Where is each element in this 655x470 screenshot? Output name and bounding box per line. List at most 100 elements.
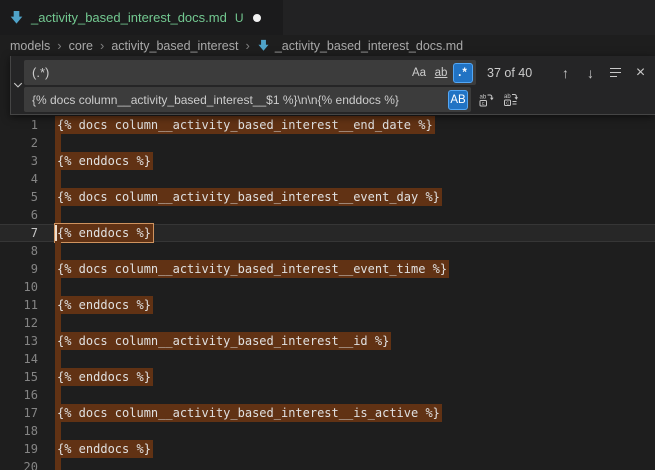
breadcrumb-file-label: _activity_based_interest_docs.md — [275, 39, 463, 53]
editor-line: 5{% docs column__activity_based_interest… — [0, 188, 655, 206]
line-content[interactable] — [45, 278, 655, 296]
whole-word-button[interactable]: ab — [431, 63, 451, 83]
git-status-badge: U — [235, 11, 244, 25]
editor-line: 14 — [0, 350, 655, 368]
line-number: 13 — [0, 332, 45, 350]
preserve-case-button[interactable]: AB — [448, 90, 468, 110]
editor-line: 3 {% enddocs %} — [0, 152, 655, 170]
line-content[interactable]: {% docs column__activity_based_interest_… — [45, 404, 655, 422]
find-match-highlight: {% docs column__activity_based_interest_… — [55, 188, 442, 206]
line-content[interactable]: {% enddocs %} — [45, 152, 655, 170]
breadcrumb-item[interactable]: activity_based_interest — [111, 39, 238, 53]
line-number: 19 — [0, 440, 45, 458]
replace-all-icon: ab c — [503, 92, 519, 108]
next-match-button[interactable]: ↓ — [580, 62, 601, 83]
line-content[interactable] — [45, 350, 655, 368]
svg-text:c: c — [506, 100, 509, 106]
line-content[interactable] — [45, 458, 655, 470]
find-match-highlight — [55, 386, 61, 404]
regex-button[interactable]: .* — [453, 63, 473, 83]
markdown-file-icon — [9, 10, 24, 25]
markdown-file-icon — [257, 39, 270, 52]
find-match-highlight — [55, 278, 61, 296]
replace-input[interactable]: {% docs column__activity_based_interest_… — [24, 87, 471, 112]
line-number: 8 — [0, 242, 45, 260]
line-number: 9 — [0, 260, 45, 278]
line-number: 3 — [0, 152, 45, 170]
line-content[interactable]: {% docs column__activity_based_interest_… — [45, 332, 655, 350]
replace-icon: ab c — [478, 92, 494, 108]
find-match-highlight — [55, 206, 61, 224]
match-case-button[interactable]: Aa — [409, 63, 429, 83]
line-content[interactable] — [45, 242, 655, 260]
find-match-highlight: {% enddocs %} — [55, 440, 153, 458]
line-content[interactable]: {% enddocs %} — [45, 224, 655, 242]
editor-line: 7 {% enddocs %} — [0, 224, 655, 242]
find-match-highlight: {% docs column__activity_based_interest_… — [55, 332, 391, 350]
line-number: 1 — [0, 116, 45, 134]
find-input-value: (.*) — [32, 65, 407, 80]
replace-all-button[interactable]: ab c — [500, 89, 521, 110]
line-number: 2 — [0, 134, 45, 152]
line-number: 12 — [0, 314, 45, 332]
find-match-highlight: {% enddocs %} — [55, 368, 153, 386]
current-find-match: {% enddocs %} — [55, 224, 153, 242]
find-match-highlight: {% enddocs %} — [55, 152, 153, 170]
unsaved-dot-icon[interactable] — [253, 14, 261, 22]
tab-title: _activity_based_interest_docs.md — [31, 10, 227, 25]
editor-line: 16 — [0, 386, 655, 404]
breadcrumb-separator: › — [245, 38, 249, 53]
find-match-highlight: {% docs column__activity_based_interest_… — [55, 116, 435, 134]
line-content[interactable] — [45, 422, 655, 440]
line-number: 7 — [0, 224, 45, 242]
tab-activity-based-interest-docs[interactable]: _activity_based_interest_docs.md U — [0, 0, 283, 35]
replace-button[interactable]: ab c — [475, 89, 496, 110]
line-number: 16 — [0, 386, 45, 404]
editor-line: 9 {% docs column__activity_based_interest… — [0, 260, 655, 278]
text-cursor — [55, 225, 57, 241]
find-match-highlight — [55, 422, 61, 440]
line-number: 17 — [0, 404, 45, 422]
find-match-highlight — [55, 242, 61, 260]
svg-text:ab: ab — [479, 94, 486, 100]
line-content[interactable]: {% enddocs %} — [45, 296, 655, 314]
line-content[interactable] — [45, 134, 655, 152]
line-number: 15 — [0, 368, 45, 386]
svg-text:c: c — [481, 101, 484, 107]
find-match-highlight — [55, 170, 61, 188]
editor-line: 12 — [0, 314, 655, 332]
toggle-replace-button[interactable] — [11, 56, 24, 114]
breadcrumb: models›core›activity_based_interest› _ac… — [0, 35, 655, 56]
breadcrumb-separator: › — [100, 38, 104, 53]
line-content[interactable] — [45, 206, 655, 224]
line-content[interactable] — [45, 170, 655, 188]
line-content[interactable]: {% enddocs %} — [45, 440, 655, 458]
close-find-widget-button[interactable]: × — [630, 62, 651, 83]
previous-match-button[interactable]: ↑ — [555, 62, 576, 83]
line-number: 18 — [0, 422, 45, 440]
line-content[interactable]: {% docs column__activity_based_interest_… — [45, 260, 655, 278]
editor-lines: 1 {% docs column__activity_based_interest… — [0, 116, 655, 470]
breadcrumb-item[interactable]: models — [10, 39, 50, 53]
line-content[interactable] — [45, 386, 655, 404]
editor-line: 6 — [0, 206, 655, 224]
line-content[interactable] — [45, 314, 655, 332]
find-match-highlight — [55, 314, 61, 332]
line-content[interactable]: {% docs column__activity_based_interest_… — [45, 188, 655, 206]
editor-line: 18 — [0, 422, 655, 440]
replace-input-value: {% docs column__activity_based_interest_… — [32, 93, 446, 107]
find-match-highlight — [55, 350, 61, 368]
editor-line: 20 — [0, 458, 655, 470]
line-number: 6 — [0, 206, 45, 224]
line-content[interactable]: {% enddocs %} — [45, 368, 655, 386]
breadcrumb-item[interactable]: core — [69, 39, 93, 53]
find-match-highlight: {% enddocs %} — [55, 296, 153, 314]
find-match-highlight — [55, 458, 61, 470]
find-input[interactable]: (.*) Aa ab .* — [24, 60, 476, 85]
editor-line: 13 {% docs column__activity_based_interes… — [0, 332, 655, 350]
find-match-highlight: {% docs column__activity_based_interest_… — [55, 260, 449, 278]
breadcrumb-file[interactable]: _activity_based_interest_docs.md — [257, 39, 463, 53]
find-in-selection-button[interactable] — [605, 62, 626, 83]
line-content[interactable]: {% docs column__activity_based_interest_… — [45, 116, 655, 134]
breadcrumb-folders: models›core›activity_based_interest› — [10, 38, 257, 53]
